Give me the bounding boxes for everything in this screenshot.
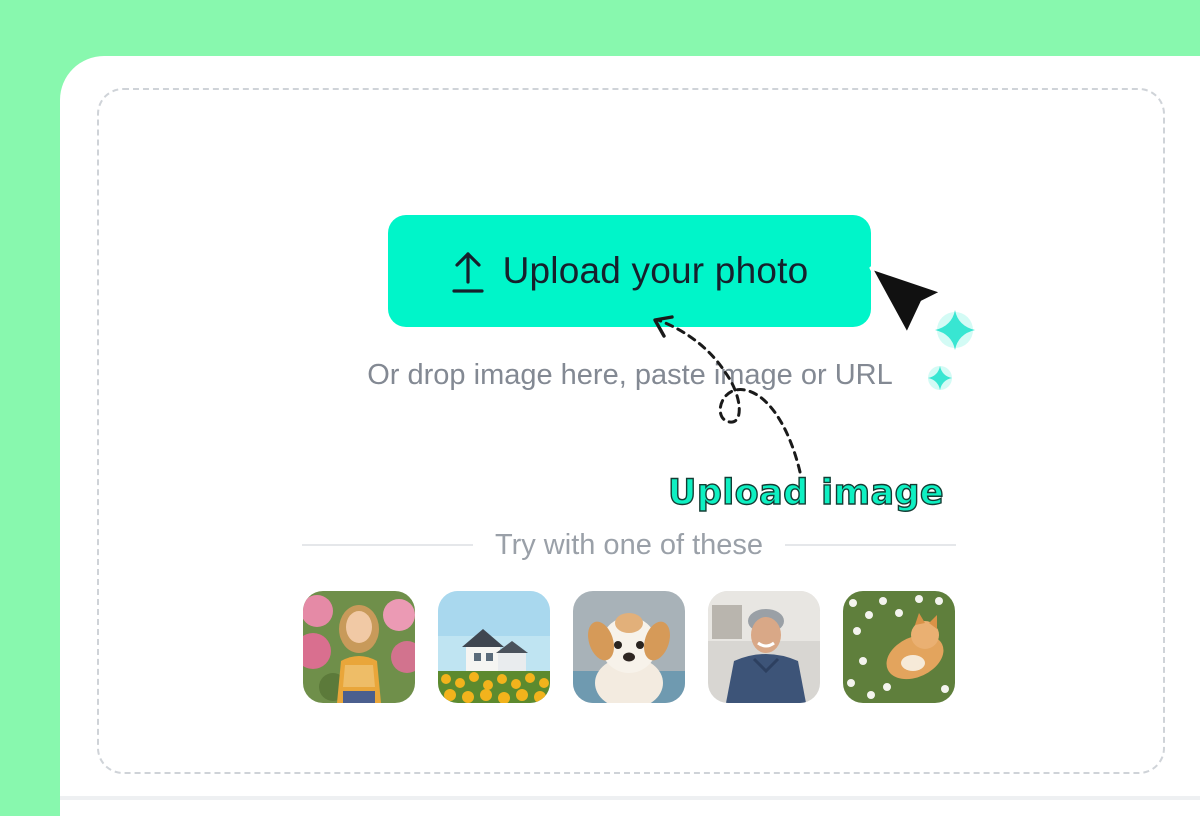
sample-image-house[interactable] xyxy=(438,591,550,703)
upload-button-label: Upload your photo xyxy=(502,250,809,291)
sample-image-cat[interactable] xyxy=(843,591,955,703)
sample-image-girl[interactable] xyxy=(303,591,415,703)
divider-line-right xyxy=(785,544,957,546)
sample-image-puppy[interactable] xyxy=(573,591,685,703)
divider-line-left xyxy=(302,544,473,546)
upload-arrow-icon xyxy=(451,248,485,294)
bottom-strip xyxy=(60,796,1200,800)
upload-image-annotation: Upload image xyxy=(667,472,945,513)
samples-heading: Try with one of these xyxy=(494,528,764,561)
sample-images xyxy=(303,591,955,703)
drop-hint-text: Or drop image here, paste image or URL xyxy=(367,359,893,391)
sample-image-man[interactable] xyxy=(708,591,820,703)
upload-photo-button[interactable]: Upload your photo xyxy=(388,215,871,327)
samples-divider: Try with one of these xyxy=(302,528,957,562)
